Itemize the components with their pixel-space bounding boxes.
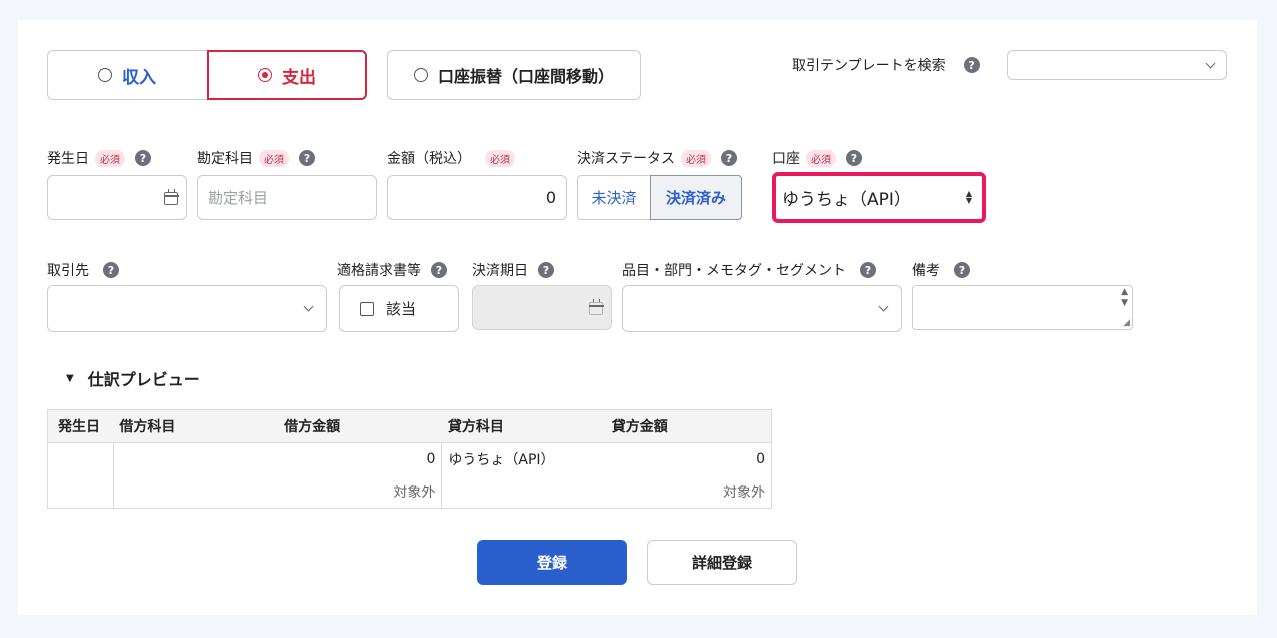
transfer-radio-icon [413, 68, 428, 82]
required-badge: 必須 [259, 149, 289, 167]
transfer-option[interactable]: 口座振替（口座間移動） [387, 50, 641, 100]
help-icon[interactable]: ? [954, 262, 970, 278]
tags-select[interactable] [622, 285, 902, 332]
required-badge: 必須 [806, 149, 836, 167]
wallet-select[interactable]: ゆうちょ（API） ▲ ▼ [772, 172, 986, 223]
help-icon[interactable]: ? [721, 150, 737, 166]
table-row: 対象外 対象外 [48, 475, 772, 509]
required-badge: 必須 [485, 149, 515, 167]
account-item-label: 勘定科目 必須 ? [197, 148, 315, 168]
note-textarea[interactable]: ▲ ▼ ◢ [912, 285, 1133, 330]
column-header: 借方科目 [113, 409, 279, 443]
due-date-label: 決済期日 ? [472, 260, 554, 280]
checkbox-icon[interactable] [360, 301, 374, 316]
account-item-input[interactable]: 勘定科目 [197, 175, 377, 220]
amount-input[interactable]: 0 [387, 175, 567, 220]
income-label: 収入 [122, 67, 156, 88]
preview-toggle[interactable]: ▼ 仕訳プレビュー [66, 366, 200, 390]
transfer-label: 口座振替（口座間移動） [437, 67, 614, 86]
cell-credit-tax: 対象外 [605, 475, 772, 509]
help-icon[interactable]: ? [431, 262, 447, 278]
calendar-icon[interactable] [163, 189, 179, 205]
income-option[interactable]: 収入 [47, 50, 207, 100]
invoice-checkbox-box[interactable]: 該当 [339, 285, 459, 332]
required-badge: 必須 [681, 149, 711, 167]
cell-debit-amount: 0 [426, 451, 436, 468]
table-header-row: 発生日 借方科目 借方金額 貸方科目 貸方金額 [47, 409, 772, 443]
cell-date [47, 442, 114, 509]
select-arrows-icon: ▲ ▼ [965, 189, 972, 205]
help-icon[interactable]: ? [135, 150, 151, 166]
note-label: 備考 ? [912, 260, 970, 280]
column-header: 貸方金額 [605, 409, 772, 443]
help-icon[interactable]: ? [299, 150, 315, 166]
detail-register-button[interactable]: 詳細登録 [647, 540, 797, 585]
column-header: 貸方科目 [441, 409, 606, 443]
help-icon[interactable]: ? [538, 262, 554, 278]
table-row: 0 ゆうちょ（API） 0 [47, 442, 772, 509]
chevron-down-icon [1205, 58, 1216, 69]
settlement-label: 決済ステータス 必須 ? [577, 148, 737, 168]
column-header: 借方金額 [278, 409, 442, 443]
register-button[interactable]: 登録 [477, 540, 627, 585]
date-label: 発生日 必須 ? [47, 148, 151, 168]
partner-label: 取引先 ? [47, 260, 119, 280]
cell-debit-account [112, 442, 279, 476]
spin-arrows-icon[interactable]: ▲ ▼ [1121, 287, 1128, 309]
amount-label: 金額（税込） 必須 [387, 148, 515, 168]
form-panel: 収入 支出 口座振替（口座間移動） 取引テンプレートを検索 ? 発生日 必須 ?… [18, 20, 1257, 615]
due-date-input [472, 285, 612, 330]
tags-label: 品目・部門・メモタグ・セグメント ? [622, 260, 876, 280]
unsettled-option[interactable]: 未決済 [578, 176, 650, 219]
cell-credit-amount: 0 [605, 442, 772, 476]
template-search-label: 取引テンプレートを検索 ? [792, 55, 980, 75]
preview-table: 発生日 借方科目 借方金額 貸方科目 貸方金額 0 ゆうちょ（API） 0 対象… [47, 409, 772, 509]
preview-title: 仕訳プレビュー [87, 370, 200, 389]
wallet-label: 口座 必須 ? [772, 148, 862, 168]
help-icon[interactable]: ? [103, 262, 119, 278]
cell-credit-account: ゆうちょ（API） [441, 442, 606, 476]
column-header: 発生日 [47, 409, 114, 443]
chevron-down-icon [303, 301, 314, 312]
income-radio-icon [98, 68, 112, 82]
expense-label: 支出 [282, 67, 316, 88]
help-icon[interactable]: ? [846, 150, 862, 166]
partner-select[interactable] [47, 285, 327, 332]
help-icon[interactable]: ? [860, 262, 876, 278]
resize-handle-icon[interactable]: ◢ [1123, 318, 1130, 328]
required-badge: 必須 [95, 149, 125, 167]
expense-radio-icon [258, 68, 272, 82]
date-input[interactable] [47, 175, 187, 220]
chevron-down-icon [878, 301, 889, 312]
caret-down-icon: ▼ [66, 372, 74, 384]
settlement-toggle: 未決済 決済済み [577, 175, 742, 220]
settled-option[interactable]: 決済済み [650, 175, 742, 220]
expense-option[interactable]: 支出 [207, 50, 367, 100]
invoice-label: 適格請求書等 ? [337, 260, 447, 280]
cell-debit-tax: 対象外 [278, 475, 442, 509]
calendar-icon [588, 299, 604, 315]
template-search-select[interactable] [1007, 50, 1227, 80]
help-icon[interactable]: ? [963, 57, 980, 73]
